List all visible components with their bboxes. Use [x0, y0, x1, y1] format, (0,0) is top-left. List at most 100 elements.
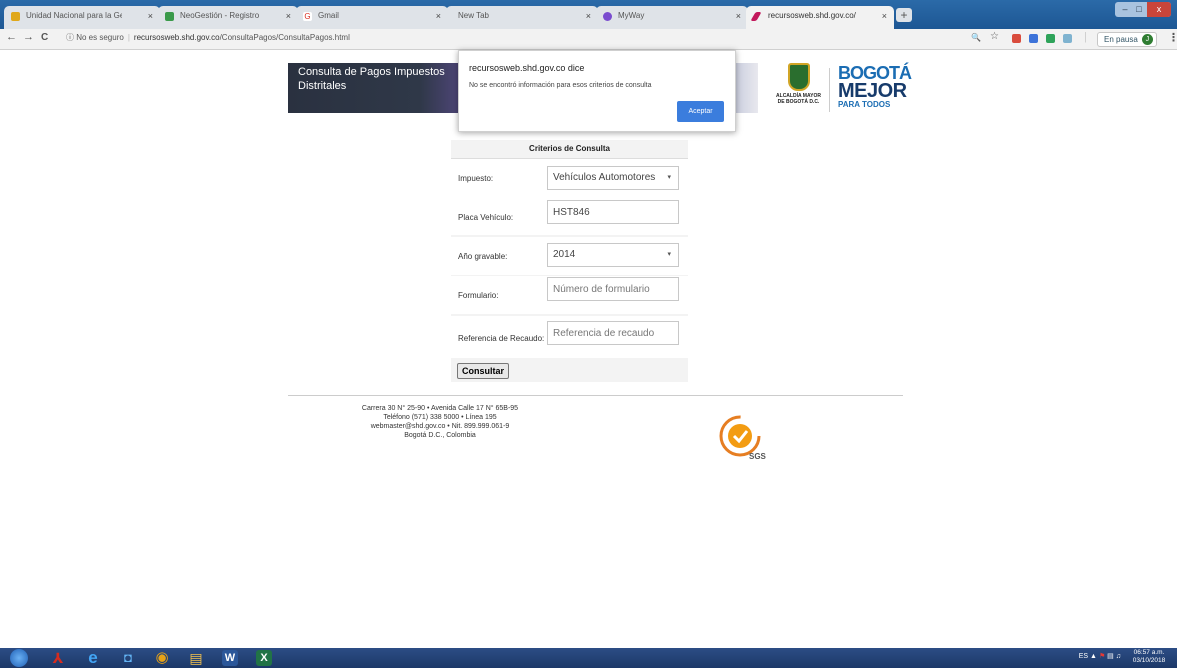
- url-path: /ConsultaPagos/ConsultaPagos.html: [219, 33, 350, 42]
- extension-icon[interactable]: [1063, 34, 1072, 43]
- back-icon[interactable]: ←: [6, 31, 17, 43]
- start-button[interactable]: [10, 649, 28, 667]
- impuesto-label: Impuesto:: [458, 174, 494, 183]
- url-host: recursosweb.shd.gov.co: [133, 33, 220, 42]
- close-window-button[interactable]: x: [1147, 2, 1171, 17]
- bookmark-star-icon[interactable]: ☆: [990, 31, 999, 42]
- internet-explorer-icon[interactable]: e: [85, 649, 101, 666]
- referencia-row: Referencia de Recaudo:: [451, 316, 688, 358]
- acrobat-icon[interactable]: ⅄: [50, 650, 66, 666]
- menu-icon[interactable]: ⋮: [1168, 31, 1177, 44]
- zoom-icon[interactable]: 🔍: [971, 33, 981, 42]
- extension-icon[interactable]: [1012, 34, 1021, 43]
- toolbar-divider: |: [1084, 31, 1087, 43]
- sgs-label: SGS: [749, 452, 766, 461]
- address-bar[interactable]: ⓘ No es seguro | recursosweb.shd.gov.co/Co…: [66, 32, 350, 43]
- avatar: J: [1141, 34, 1153, 45]
- anio-select[interactable]: 2014 ▾: [547, 243, 679, 267]
- file-explorer-icon[interactable]: ▤: [188, 650, 204, 666]
- chrome-icon[interactable]: ◉: [154, 650, 170, 666]
- volume-icon[interactable]: ♫: [1116, 653, 1121, 660]
- referencia-input[interactable]: [547, 321, 679, 345]
- dialog-message: No se encontró información para esos cri…: [469, 82, 652, 89]
- alcaldia-logo: ALCALDÍA MAYOR DE BOGOTÁ D.C.: [776, 63, 821, 113]
- security-label: No es seguro: [76, 33, 124, 42]
- anio-value: 2014: [553, 249, 576, 260]
- placa-row: Placa Vehículo:: [451, 197, 688, 235]
- tab-title: MyWay: [618, 11, 645, 20]
- network-icon[interactable]: ▤: [1107, 653, 1114, 660]
- browser-tab[interactable]: New Tab ×: [446, 6, 598, 29]
- footer-divider: [288, 395, 903, 396]
- tab-close-icon[interactable]: ×: [148, 11, 153, 21]
- browser-toolbar: ← → C ⓘ No es seguro | recursosweb.shd.gov…: [0, 29, 1177, 50]
- dialog-title: recursosweb.shd.gov.co dice: [469, 63, 585, 73]
- tab-close-icon[interactable]: ×: [882, 11, 887, 21]
- impuesto-select[interactable]: Vehículos Automotores ▾: [547, 166, 679, 190]
- formulario-row: Formulario:: [451, 276, 688, 314]
- bogota-mejor-logo: BOGOTÁ MEJOR PARA TODOS: [838, 64, 912, 109]
- consulta-form: Criterios de Consulta Impuesto: Vehículo…: [451, 140, 688, 382]
- footer-line: Teléfono (571) 338 5000 • Línea 195: [383, 414, 497, 421]
- flag-icon[interactable]: ⚑: [1099, 653, 1105, 660]
- tab-close-icon[interactable]: ×: [736, 11, 741, 21]
- clock-date: 03/10/2018: [1132, 657, 1166, 664]
- formulario-input[interactable]: [547, 277, 679, 301]
- referencia-label: Referencia de Recaudo:: [458, 334, 545, 343]
- bogota-logo-line2: MEJOR: [838, 80, 907, 102]
- browser-tab[interactable]: G Gmail ×: [296, 6, 448, 29]
- footer-line: Carrera 30 N° 25-90 • Avenida Calle 17 N…: [361, 405, 519, 412]
- browser-tab[interactable]: NeoGestión - Registro de Entrad ×: [158, 6, 298, 29]
- tab-title: NeoGestión - Registro de Entrad: [180, 11, 260, 20]
- alert-dialog: recursosweb.shd.gov.co dice No se encont…: [458, 50, 736, 132]
- myway-icon: [603, 12, 612, 21]
- chevron-down-icon: ▾: [667, 174, 671, 181]
- forward-icon[interactable]: →: [23, 31, 34, 43]
- tab-title: Unidad Nacional para la Gestión: [26, 11, 122, 20]
- excel-icon[interactable]: X: [256, 650, 272, 666]
- clock[interactable]: 06:57 a.m. 03/10/2018: [1129, 649, 1169, 665]
- formulario-label: Formulario:: [458, 291, 499, 300]
- window-controls: – □ x: [1115, 2, 1171, 17]
- tab-title: New Tab: [458, 11, 489, 20]
- gmail-icon: G: [303, 12, 312, 21]
- info-icon[interactable]: ⓘ: [66, 33, 74, 42]
- new-tab-button[interactable]: +: [896, 8, 912, 22]
- tab-favicon-icon: [750, 12, 762, 21]
- profile-button[interactable]: En pausa J: [1097, 32, 1157, 47]
- alcaldia-logo-text: ALCALDÍA MAYOR DE BOGOTÁ D.C.: [776, 93, 821, 105]
- tab-favicon-icon: [165, 12, 174, 21]
- anio-row: Año gravable: 2014 ▾: [451, 237, 688, 275]
- coat-of-arms-icon: [787, 63, 810, 91]
- logo-divider: [829, 68, 830, 112]
- minimize-button[interactable]: –: [1118, 2, 1132, 17]
- word-icon[interactable]: W: [222, 650, 238, 666]
- profile-label: En pausa: [1104, 35, 1138, 44]
- tab-close-icon[interactable]: ×: [586, 11, 591, 21]
- extension-icon[interactable]: [1046, 34, 1055, 43]
- tray-icons: ES ▲ ⚑ ▤ ♫: [1079, 652, 1121, 660]
- browser-tabstrip: Unidad Nacional para la Gestión × NeoGes…: [0, 0, 1177, 29]
- outlook-icon[interactable]: ◘: [120, 650, 136, 666]
- placa-label: Placa Vehículo:: [458, 213, 514, 222]
- maximize-button[interactable]: □: [1132, 2, 1146, 17]
- language-indicator[interactable]: ES: [1079, 653, 1088, 660]
- footer-line: Bogotá D.C., Colombia: [404, 432, 476, 439]
- tab-close-icon[interactable]: ×: [436, 11, 441, 21]
- placa-input[interactable]: [547, 200, 679, 224]
- form-header: Criterios de Consulta: [451, 140, 688, 159]
- show-hidden-icons-icon[interactable]: ▲: [1090, 653, 1097, 660]
- reload-icon[interactable]: C: [41, 32, 48, 43]
- impuesto-row: Impuesto: Vehículos Automotores ▾: [451, 159, 688, 197]
- browser-tab[interactable]: MyWay ×: [596, 6, 748, 29]
- browser-tab[interactable]: Unidad Nacional para la Gestión ×: [4, 6, 160, 29]
- footer-line: webmaster@shd.gov.co • Nit. 899.999.061-…: [370, 423, 510, 430]
- anio-label: Año gravable:: [458, 252, 508, 261]
- consultar-button[interactable]: Consultar: [457, 363, 510, 379]
- aceptar-button[interactable]: Aceptar: [677, 101, 724, 122]
- tab-close-icon[interactable]: ×: [286, 11, 291, 21]
- tab-title: recursosweb.shd.gov.co/Consulta: [768, 11, 856, 20]
- extension-icon[interactable]: [1029, 34, 1038, 43]
- tab-title: Gmail: [318, 11, 339, 20]
- browser-tab-active[interactable]: recursosweb.shd.gov.co/Consulta ×: [746, 6, 894, 29]
